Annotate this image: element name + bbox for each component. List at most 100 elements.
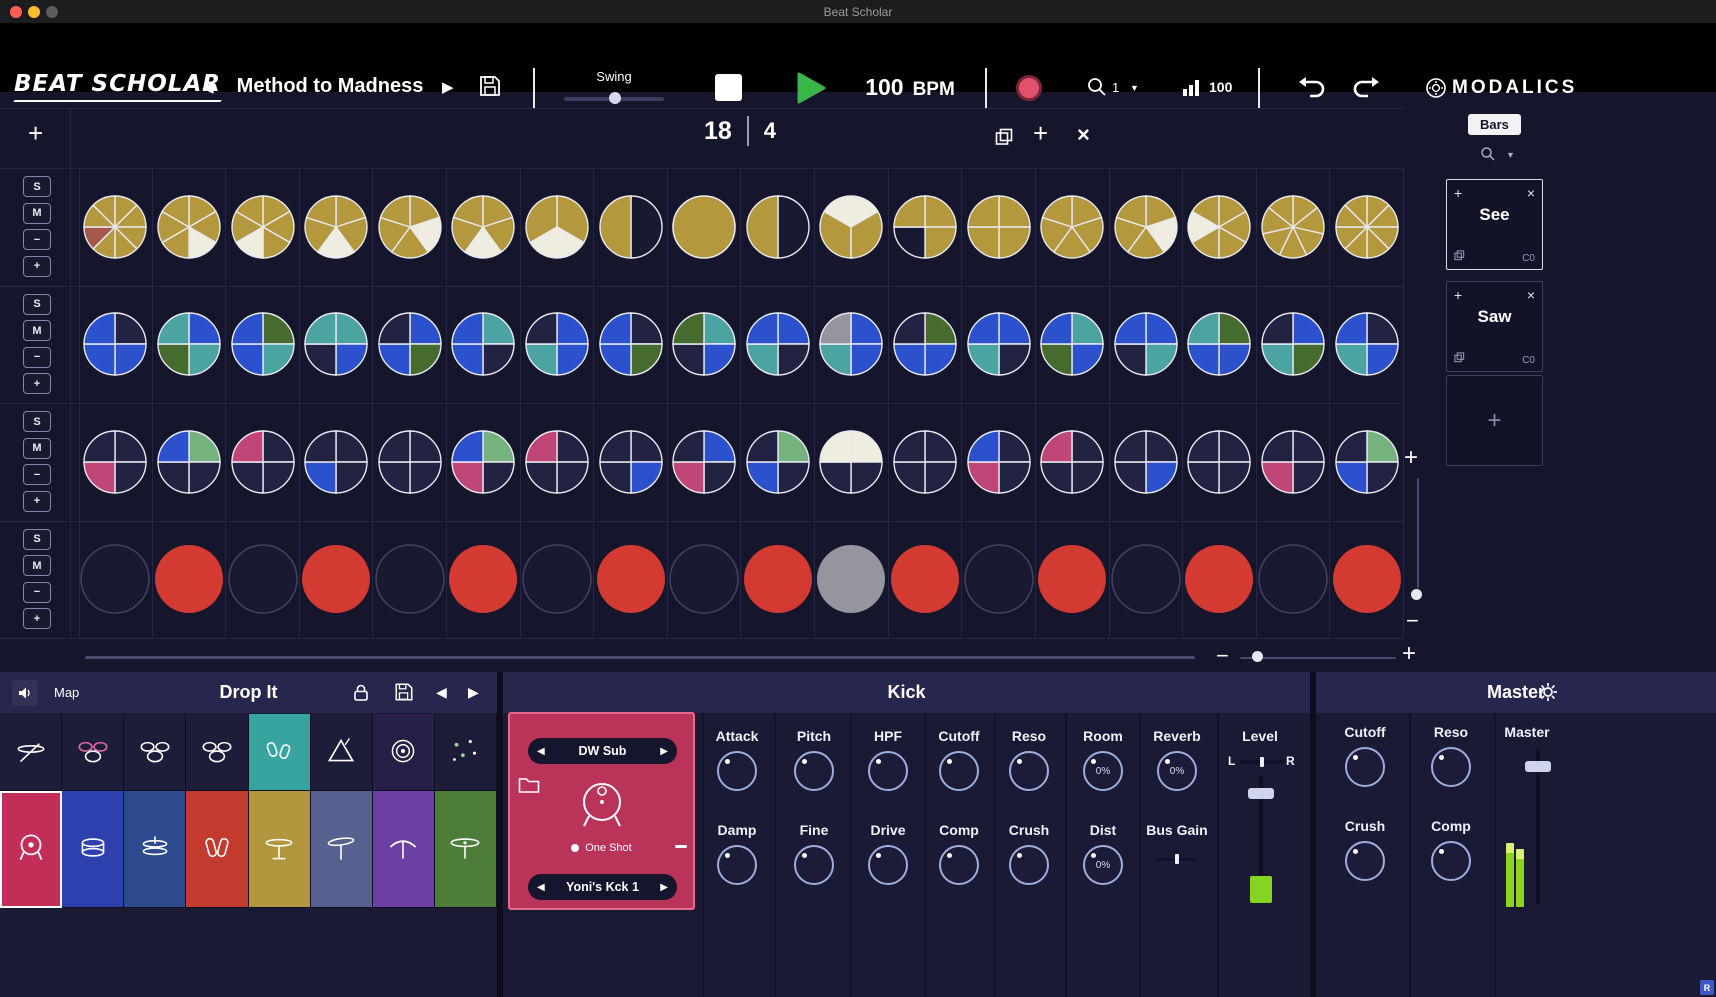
beat-cell-r2-c15[interactable] bbox=[1110, 286, 1184, 404]
vertical-zoom-in-button[interactable]: + bbox=[1404, 444, 1418, 472]
master-cutoff-knob[interactable] bbox=[1345, 747, 1385, 787]
bus-gain-handle[interactable] bbox=[1175, 854, 1179, 864]
sound-slot-see[interactable]: +×SeeC0 bbox=[1446, 179, 1543, 270]
beat-cell-r1-c9[interactable] bbox=[668, 168, 742, 286]
beat-cell-r2-c13[interactable] bbox=[962, 286, 1036, 404]
row-3-solo-button[interactable]: S bbox=[23, 411, 51, 432]
beat-cell-r3-c10[interactable] bbox=[741, 403, 815, 521]
beat-cell-r3-c2[interactable] bbox=[153, 403, 227, 521]
sample-name[interactable]: Yoni's Kck 1 bbox=[566, 880, 639, 894]
row-1-decrease-button[interactable]: − bbox=[23, 229, 51, 250]
next-preset-button[interactable]: ▶ bbox=[442, 78, 454, 96]
pad-drums[interactable] bbox=[186, 714, 248, 791]
undo-icon[interactable] bbox=[1296, 75, 1326, 106]
next-kit-button[interactable]: ▶ bbox=[468, 684, 479, 701]
pad-shaker[interactable] bbox=[249, 714, 311, 791]
pad-clap[interactable] bbox=[186, 791, 248, 908]
pad-drums[interactable] bbox=[124, 714, 186, 791]
time-sig-beats[interactable]: 18 bbox=[704, 117, 732, 146]
bars-button[interactable]: Bars bbox=[1468, 114, 1521, 135]
pad-crash[interactable] bbox=[311, 791, 373, 908]
pad-hat[interactable] bbox=[124, 791, 186, 908]
beat-cell-r3-c7[interactable] bbox=[521, 403, 595, 521]
beat-cell-r1-c18[interactable] bbox=[1330, 168, 1404, 286]
zoom-magnifier-icon[interactable] bbox=[1086, 76, 1108, 103]
row-1-solo-button[interactable]: S bbox=[23, 176, 51, 197]
kick-drive-knob[interactable] bbox=[868, 845, 908, 885]
row-4-decrease-button[interactable]: − bbox=[23, 582, 51, 603]
settings-gear-icon[interactable] bbox=[1538, 682, 1558, 707]
sidebar-caret-icon[interactable]: ▼ bbox=[1506, 150, 1515, 160]
kick-attack-knob[interactable] bbox=[717, 751, 757, 791]
beat-cell-r3-c15[interactable] bbox=[1110, 403, 1184, 521]
kick-hpf-knob[interactable] bbox=[868, 751, 908, 791]
beat-cell-r4-c12[interactable] bbox=[889, 521, 963, 639]
time-sig-division[interactable]: 4 bbox=[764, 118, 776, 144]
row-3-decrease-button[interactable]: − bbox=[23, 464, 51, 485]
beat-cell-r1-c5[interactable] bbox=[373, 168, 447, 286]
beat-cell-r2-c11[interactable] bbox=[815, 286, 889, 404]
kick-crush-knob[interactable] bbox=[1009, 845, 1049, 885]
resolution-bars-icon[interactable] bbox=[1182, 77, 1202, 102]
sidebar-search-icon[interactable] bbox=[1480, 146, 1496, 167]
master-fader-handle[interactable] bbox=[1525, 761, 1551, 772]
beat-cell-r4-c13[interactable] bbox=[962, 521, 1036, 639]
swing-slider-handle[interactable] bbox=[609, 92, 621, 104]
kick-damp-knob[interactable] bbox=[717, 845, 757, 885]
sample-mini-slider[interactable] bbox=[675, 845, 687, 848]
beat-cell-r3-c13[interactable] bbox=[962, 403, 1036, 521]
beat-cell-r2-c6[interactable] bbox=[447, 286, 521, 404]
beat-cell-r4-c6[interactable] bbox=[447, 521, 521, 639]
save-preset-icon[interactable] bbox=[478, 74, 502, 103]
kick-reso-knob[interactable] bbox=[1009, 751, 1049, 791]
beat-cell-r4-c15[interactable] bbox=[1110, 521, 1184, 639]
pad-kick[interactable] bbox=[0, 791, 62, 908]
beat-cell-r1-c17[interactable] bbox=[1257, 168, 1331, 286]
slot-add-icon[interactable]: + bbox=[1454, 287, 1462, 303]
beat-cell-r2-c8[interactable] bbox=[594, 286, 668, 404]
preset-name[interactable]: Method to Madness bbox=[230, 75, 430, 98]
horizontal-zoom-in-button[interactable]: + bbox=[1402, 640, 1416, 668]
beat-cell-r4-c9[interactable] bbox=[668, 521, 742, 639]
beat-cell-r2-c17[interactable] bbox=[1257, 286, 1331, 404]
beat-cell-r3-c18[interactable] bbox=[1330, 403, 1404, 521]
row-4-mute-button[interactable]: M bbox=[23, 555, 51, 576]
kick-dist-knob[interactable]: 0% bbox=[1083, 845, 1123, 885]
beat-cell-r3-c9[interactable] bbox=[668, 403, 742, 521]
row-2-decrease-button[interactable]: − bbox=[23, 347, 51, 368]
beat-cell-r2-c9[interactable] bbox=[668, 286, 742, 404]
horizontal-scrollbar[interactable] bbox=[85, 656, 1195, 659]
beat-cell-r1-c11[interactable] bbox=[815, 168, 889, 286]
time-signature[interactable]: 18 4 bbox=[655, 116, 825, 146]
minimize-window-button[interactable] bbox=[28, 6, 40, 18]
redo-icon[interactable] bbox=[1352, 75, 1382, 106]
pad-cymbal[interactable] bbox=[249, 791, 311, 908]
beat-cell-r2-c16[interactable] bbox=[1183, 286, 1257, 404]
row-2-increase-button[interactable]: + bbox=[23, 373, 51, 394]
row-4-solo-button[interactable]: S bbox=[23, 529, 51, 550]
folder-icon[interactable] bbox=[518, 776, 540, 799]
kick-comp-knob[interactable] bbox=[939, 845, 979, 885]
row-4-increase-button[interactable]: + bbox=[23, 608, 51, 629]
beat-cell-r1-c2[interactable] bbox=[153, 168, 227, 286]
record-button[interactable] bbox=[1016, 75, 1042, 101]
prev-engine-button[interactable]: ◀ bbox=[537, 746, 545, 757]
horizontal-zoom-handle[interactable] bbox=[1252, 651, 1263, 662]
save-kit-icon[interactable] bbox=[394, 682, 414, 707]
beat-cell-r4-c10[interactable] bbox=[741, 521, 815, 639]
stop-button[interactable] bbox=[715, 74, 742, 101]
add-sound-slot-button[interactable]: + bbox=[1446, 375, 1543, 466]
beat-cell-r3-c8[interactable] bbox=[594, 403, 668, 521]
beat-cell-r1-c10[interactable] bbox=[741, 168, 815, 286]
kick-fine-knob[interactable] bbox=[794, 845, 834, 885]
add-bar-button[interactable]: + bbox=[1033, 118, 1048, 149]
slot-duplicate-icon[interactable] bbox=[1454, 250, 1465, 264]
next-engine-button[interactable]: ▶ bbox=[660, 746, 668, 757]
beat-cell-r4-c11[interactable] bbox=[815, 521, 889, 639]
sound-slot-saw[interactable]: +×SawC0 bbox=[1446, 281, 1543, 372]
master-comp-knob[interactable] bbox=[1431, 841, 1471, 881]
kick-room-knob[interactable]: 0% bbox=[1083, 751, 1123, 791]
beat-cell-r4-c16[interactable] bbox=[1183, 521, 1257, 639]
kick-reverb-knob[interactable]: 0% bbox=[1157, 751, 1197, 791]
master-crush-knob[interactable] bbox=[1345, 841, 1385, 881]
